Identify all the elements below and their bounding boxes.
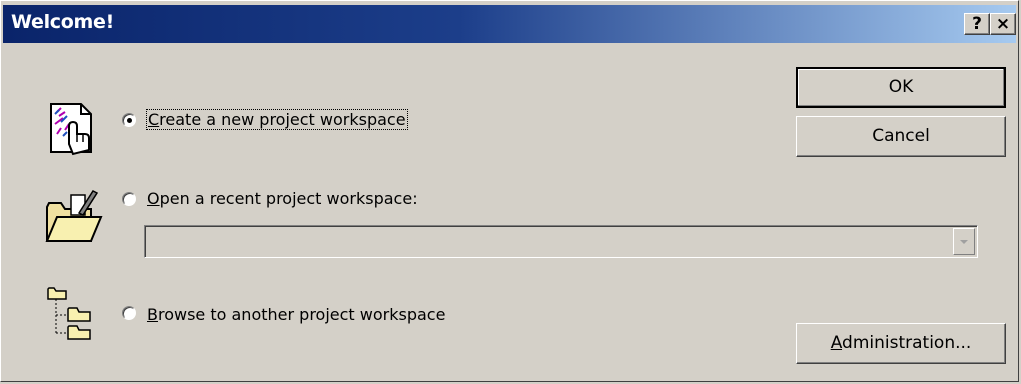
administration-text: dministration... <box>842 333 972 353</box>
dialog-title: Welcome! <box>11 11 114 33</box>
ok-button[interactable]: OK <box>796 67 1006 108</box>
close-button[interactable]: × <box>990 13 1016 35</box>
open-folder-icon <box>45 190 103 242</box>
open-recent-label[interactable]: Open a recent project workspace: <box>147 189 418 208</box>
open-recent-mnemonic: O <box>147 189 160 208</box>
administration-mnemonic: A <box>830 333 843 353</box>
browse-text: rowse to another project workspace <box>157 305 446 324</box>
create-new-label[interactable]: Create a new project workspace <box>146 109 408 130</box>
title-bar[interactable]: Welcome! ? × <box>3 5 1016 43</box>
new-project-icon <box>50 103 92 156</box>
open-recent-radio[interactable] <box>122 192 136 206</box>
welcome-dialog: Welcome! ? × Create a new project worksp… <box>0 0 1019 382</box>
help-button[interactable]: ? <box>964 13 990 35</box>
open-recent-text: pen a recent project workspace: <box>159 189 418 208</box>
create-new-mnemonic: C <box>148 110 160 129</box>
create-new-radio[interactable] <box>122 113 136 127</box>
browse-label[interactable]: Browse to another project workspace <box>147 305 445 324</box>
chevron-down-icon[interactable] <box>953 228 975 255</box>
browse-radio[interactable] <box>122 306 136 320</box>
administration-button[interactable]: Administration... <box>796 323 1006 364</box>
cancel-button[interactable]: Cancel <box>796 116 1006 157</box>
create-new-text: reate a new project workspace <box>159 110 406 129</box>
recent-workspace-combo[interactable] <box>144 225 978 258</box>
browse-mnemonic: B <box>147 305 158 324</box>
folder-tree-icon <box>47 287 91 340</box>
